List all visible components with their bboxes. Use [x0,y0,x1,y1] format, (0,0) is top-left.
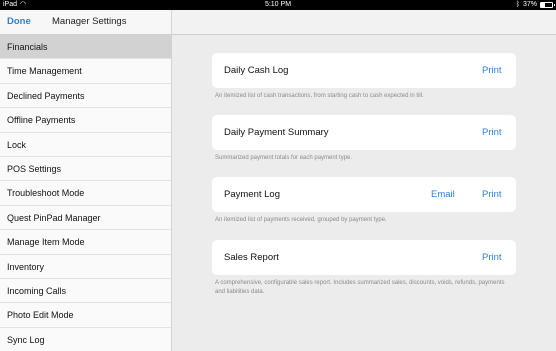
report-title: Payment Log [224,189,280,200]
report-title: Daily Cash Log [224,65,289,76]
report-title: Sales Report [224,252,279,263]
status-right: ᛒ 37% [515,0,555,10]
print-button[interactable]: Print [482,189,502,200]
done-button[interactable]: Done [7,16,31,27]
screen: iPad ◠ 5:10 PM ᛒ 37% Done Manager Settin… [0,0,556,351]
status-bar: iPad ◠ 5:10 PM ᛒ 37% [0,0,556,10]
main-panel: Daily Cash Log Print An itemized list of… [172,35,556,351]
sidebar: Financials Time Management Declined Paym… [0,35,172,351]
report-card-daily-cash-log: Daily Cash Log Print [212,53,516,88]
sidebar-item-financials[interactable]: Financials [0,35,171,60]
sidebar-item-declined-payments[interactable]: Declined Payments [0,84,171,109]
sidebar-item-pos-settings[interactable]: POS Settings [0,157,171,182]
sidebar-item-troubleshoot-mode[interactable]: Troubleshoot Mode [0,181,171,206]
report-description: A comprehensive, configurable sales repo… [215,280,505,295]
print-button[interactable]: Print [482,127,502,138]
sidebar-item-manage-item-mode[interactable]: Manage Item Mode [0,230,171,255]
battery-icon [540,2,555,8]
sidebar-item-offline-payments[interactable]: Offline Payments [0,108,171,133]
sidebar-item-sync-log[interactable]: Sync Log [0,328,171,351]
report-description: Summarized payment totals for each payme… [215,155,353,161]
sidebar-item-inventory[interactable]: Inventory [0,255,171,279]
report-title: Daily Payment Summary [224,127,329,138]
battery-percent: 37% [522,1,537,8]
sidebar-item-lock[interactable]: Lock [0,133,171,157]
battery-fill [541,3,546,7]
print-button[interactable]: Print [482,65,502,76]
sidebar-item-photo-edit-mode[interactable]: Photo Edit Mode [0,303,171,328]
report-card-payment-log: Payment Log Email Print [212,177,516,212]
status-time: 5:10 PM [264,1,292,8]
email-button[interactable]: Email [431,189,455,200]
report-description: An itemized list of cash transactions, f… [215,93,424,99]
sidebar-item-incoming-calls[interactable]: Incoming Calls [0,279,171,304]
report-description: An itemized list of payments received, g… [215,217,387,223]
sidebar-item-quest-pinpad-manager[interactable]: Quest PinPad Manager [0,206,171,231]
sidebar-nav-bar: Done Manager Settings [0,10,172,35]
detail-nav-bar [172,10,556,35]
page-title: Manager Settings [52,16,127,27]
print-button[interactable]: Print [482,252,502,263]
sidebar-item-time-management[interactable]: Time Management [0,59,171,84]
report-card-sales-report: Sales Report Print [212,240,516,275]
bluetooth-icon: ᛒ [515,1,520,8]
report-card-daily-payment-summary: Daily Payment Summary Print [212,115,516,150]
